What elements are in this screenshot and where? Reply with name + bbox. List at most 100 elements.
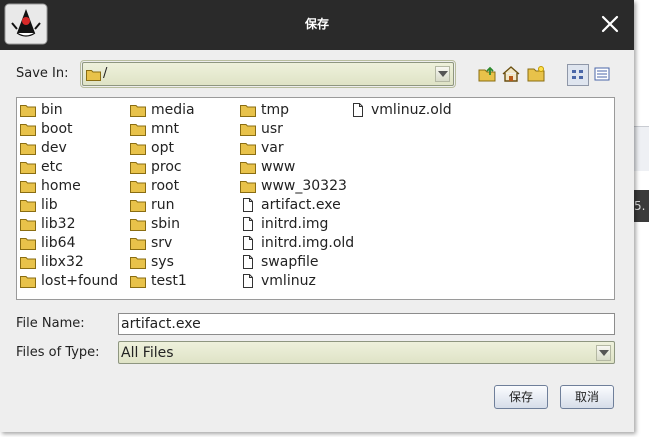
home-icon[interactable] (502, 65, 520, 83)
folder-item[interactable]: tmp (240, 100, 354, 119)
folder-item[interactable]: lost+found (20, 271, 118, 290)
folder-item[interactable]: mnt (130, 119, 195, 138)
save-in-combo[interactable]: / (80, 60, 456, 88)
file-type-label: Files of Type: (16, 345, 100, 360)
item-name: vmlinuz (261, 272, 316, 289)
title-bar[interactable]: 保存 (0, 0, 634, 50)
item-name: root (151, 177, 180, 194)
save-in-label: Save In: (16, 66, 69, 81)
folder-icon (130, 273, 146, 289)
item-name: usr (261, 120, 283, 137)
folder-item[interactable]: sbin (130, 214, 195, 233)
chevron-down-icon[interactable] (596, 345, 611, 361)
folder-icon (20, 197, 36, 213)
file-item[interactable]: vmlinuz (240, 271, 354, 290)
item-name: initrd.img (261, 215, 329, 232)
file-item[interactable]: swapfile (240, 252, 354, 271)
background-window-strip (634, 126, 649, 171)
cancel-button[interactable]: 取消 (560, 385, 614, 409)
dialog-title: 保存 (304, 17, 329, 31)
item-name: test1 (151, 272, 187, 289)
details-view-button[interactable] (592, 64, 614, 86)
folder-icon (20, 140, 36, 156)
folder-item[interactable]: boot (20, 119, 118, 138)
folder-icon (130, 178, 146, 194)
folder-icon (20, 273, 36, 289)
item-name: home (41, 177, 81, 194)
close-icon[interactable] (598, 12, 622, 36)
folder-icon (240, 178, 256, 194)
file-icon (240, 273, 256, 289)
save-in-value: / (103, 66, 108, 81)
item-name: lost+found (41, 272, 119, 289)
folder-item[interactable]: www (240, 157, 354, 176)
item-name: run (151, 196, 175, 213)
folder-icon (130, 254, 146, 270)
item-name: proc (151, 158, 182, 175)
folder-item[interactable]: opt (130, 138, 195, 157)
folder-item[interactable]: dev (20, 138, 118, 157)
item-name: mnt (151, 120, 179, 137)
list-view-icon (572, 70, 583, 79)
folder-icon (240, 102, 256, 118)
details-view-icon (594, 67, 610, 81)
file-item[interactable]: initrd.img (240, 214, 354, 233)
file-icon (240, 197, 256, 213)
folder-item[interactable]: www_30323 (240, 176, 354, 195)
chevron-down-icon[interactable] (435, 66, 450, 82)
folder-item[interactable]: run (130, 195, 195, 214)
list-view-button[interactable] (567, 64, 589, 86)
folder-item[interactable]: media (130, 100, 195, 119)
folder-item[interactable]: libx32 (20, 252, 118, 271)
file-column: vmlinuz.old (350, 100, 452, 119)
item-name: boot (41, 120, 73, 137)
folder-item[interactable]: usr (240, 119, 354, 138)
folder-icon (20, 254, 36, 270)
folder-icon (20, 102, 36, 118)
folder-item[interactable]: proc (130, 157, 195, 176)
folder-item[interactable]: home (20, 176, 118, 195)
file-icon (350, 102, 366, 118)
file-type-combo[interactable]: All Files (118, 341, 615, 364)
file-type-value: All Files (121, 345, 174, 361)
folder-item[interactable]: etc (20, 157, 118, 176)
item-name: media (151, 101, 195, 118)
folder-icon (130, 216, 146, 232)
item-name: sbin (151, 215, 180, 232)
folder-icon (240, 121, 256, 137)
item-name: etc (41, 158, 63, 175)
item-name: swapfile (261, 253, 319, 270)
folder-item[interactable]: lib (20, 195, 118, 214)
folder-icon (130, 159, 146, 175)
file-item[interactable]: artifact.exe (240, 195, 354, 214)
folder-icon (130, 197, 146, 213)
folder-item[interactable]: srv (130, 233, 195, 252)
item-name: www (261, 158, 296, 175)
save-button[interactable]: 保存 (494, 385, 548, 409)
file-column: tmp usr var www www_30323 artifact.exe initrd.… (240, 100, 354, 290)
folder-icon (240, 159, 256, 175)
item-name: libx32 (41, 253, 84, 270)
file-icon (240, 216, 256, 232)
folder-item[interactable]: test1 (130, 271, 195, 290)
folder-item[interactable]: lib64 (20, 233, 118, 252)
file-list[interactable]: bin boot dev etc home lib lib32 lib64 libx32 lost… (16, 97, 615, 300)
up-folder-icon[interactable] (478, 65, 496, 83)
file-name-input[interactable] (118, 313, 615, 335)
new-folder-icon[interactable] (527, 65, 545, 83)
folder-item[interactable]: lib32 (20, 214, 118, 233)
save-dialog: 保存 Save In: / bin boot dev etc home lib … (0, 0, 634, 432)
item-name: www_30323 (261, 177, 347, 194)
file-item[interactable]: vmlinuz.old (350, 100, 452, 119)
file-item[interactable]: initrd.img.old (240, 233, 354, 252)
file-column: media mnt opt proc root run sbin srv sys test1 (130, 100, 195, 290)
folder-icon (130, 235, 146, 251)
folder-icon (130, 102, 146, 118)
folder-item[interactable]: var (240, 138, 354, 157)
item-name: artifact.exe (261, 196, 341, 213)
folder-item[interactable]: root (130, 176, 195, 195)
folder-item[interactable]: sys (130, 252, 195, 271)
item-name: dev (41, 139, 67, 156)
folder-item[interactable]: bin (20, 100, 118, 119)
background-window-text: 5. (634, 190, 649, 222)
